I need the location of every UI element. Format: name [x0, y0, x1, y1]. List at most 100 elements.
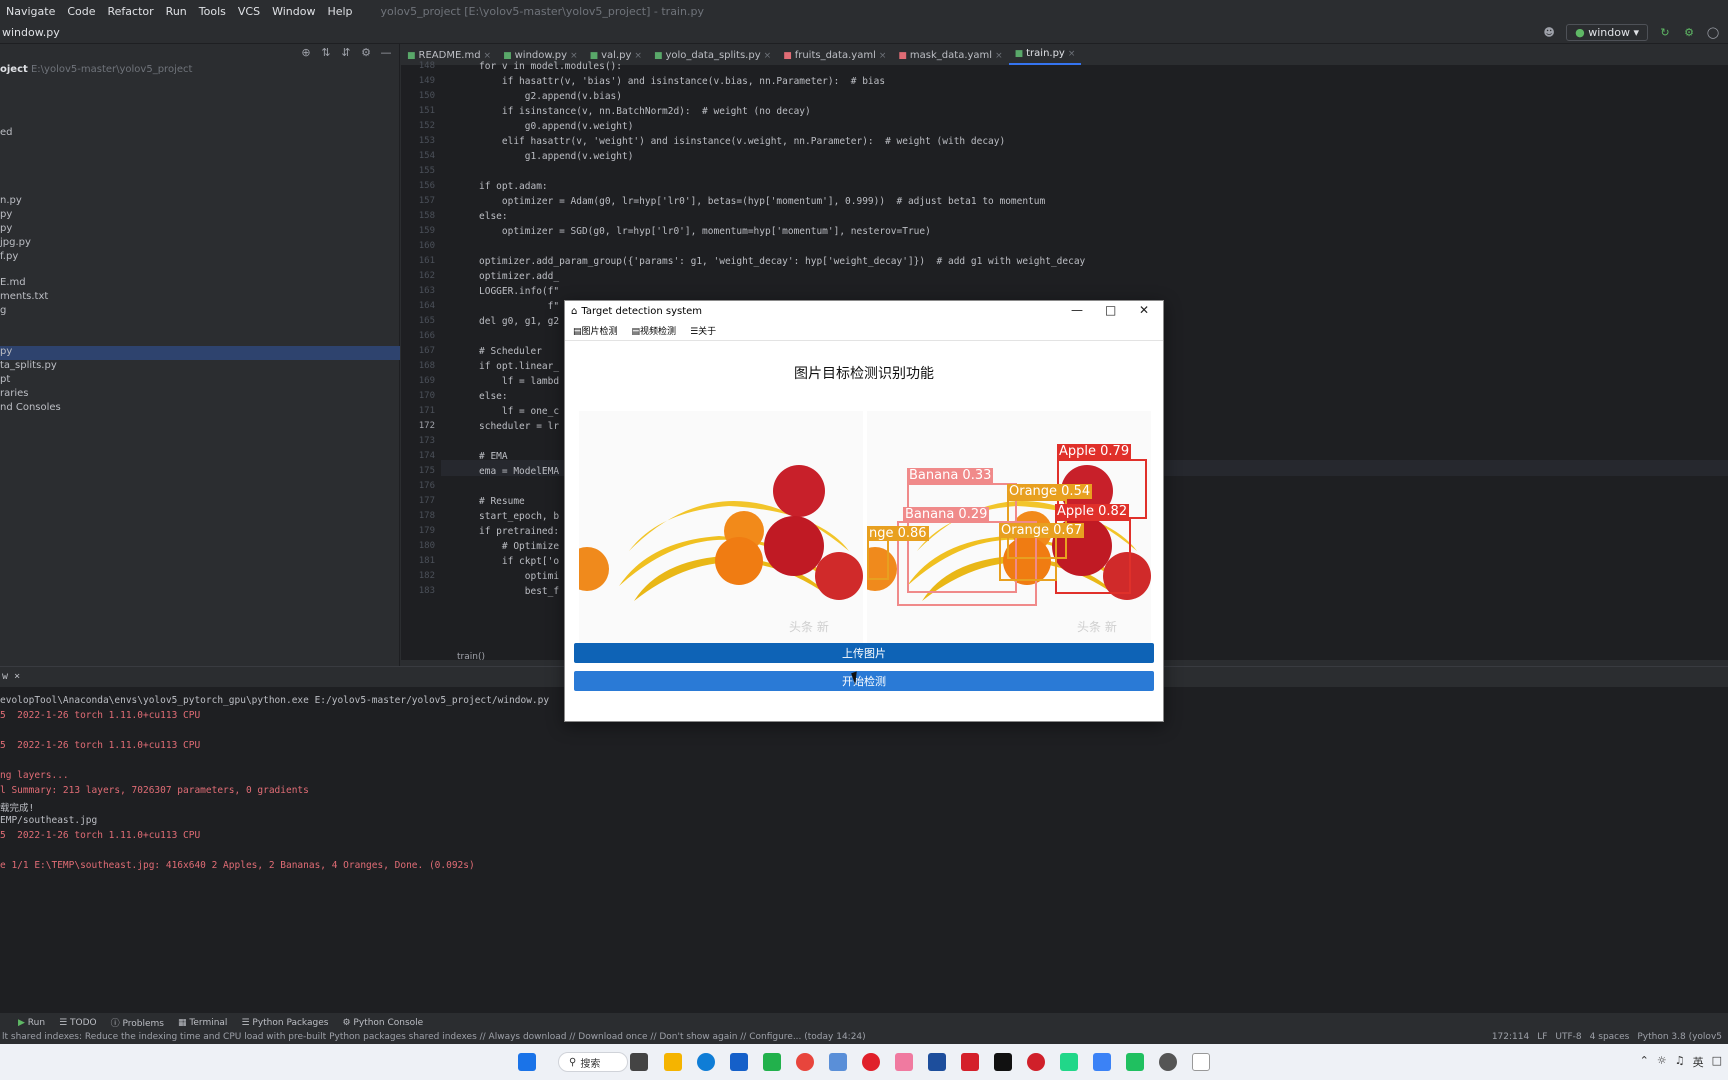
avatar-icon[interactable]: [1159, 1053, 1177, 1071]
dialog-body: 图片目标检测识别功能 头条 新 头条 新 Apple 0.79 Banana 0…: [565, 341, 1163, 721]
user-icon[interactable]: ☻: [1542, 26, 1556, 40]
tree-item[interactable]: nd Consoles: [0, 402, 61, 413]
menu-navigate[interactable]: Navigate: [0, 5, 61, 18]
chevron-up-icon[interactable]: ⌃: [1640, 1054, 1649, 1070]
tree-item[interactable]: raries: [0, 388, 29, 399]
minimize-icon[interactable]: —: [379, 46, 393, 60]
line-number: 174: [418, 451, 435, 461]
notification-icon[interactable]: □: [1712, 1054, 1722, 1070]
menu-vcs[interactable]: VCS: [232, 5, 266, 18]
player-icon[interactable]: [1126, 1053, 1144, 1071]
network-icon[interactable]: ☼: [1657, 1054, 1667, 1070]
gear-icon[interactable]: ⚙: [359, 46, 373, 60]
menu-about[interactable]: ☰关于: [690, 324, 716, 337]
start-detection-button[interactable]: 开始检测: [574, 671, 1154, 691]
file-explorer-icon[interactable]: [664, 1053, 682, 1071]
app-icon[interactable]: [961, 1053, 979, 1071]
run-toolwindow-button[interactable]: ▶ Run: [18, 1018, 45, 1028]
taskbar-search[interactable]: ⚲ 搜索: [558, 1052, 628, 1072]
tab-fruits-data[interactable]: ■ fruits_data.yaml ×: [777, 50, 892, 65]
rerun-icon[interactable]: ↻: [1658, 26, 1672, 40]
run-tab[interactable]: w: [2, 671, 8, 682]
tree-item[interactable]: py: [0, 209, 12, 220]
tree-item[interactable]: ments.txt: [0, 291, 48, 302]
task-view-icon[interactable]: [630, 1053, 648, 1071]
status-message[interactable]: lt shared indexes: Reduce the indexing t…: [2, 1032, 866, 1042]
expand-all-icon[interactable]: ⇅: [319, 46, 333, 60]
target-icon[interactable]: ⊕: [299, 46, 313, 60]
menu-run[interactable]: Run: [160, 5, 193, 18]
menu-tools[interactable]: Tools: [193, 5, 232, 18]
pycharm-icon[interactable]: [1060, 1053, 1078, 1071]
menu-image-detect[interactable]: ▤图片检测: [573, 324, 618, 337]
tab-yolo-data-splits[interactable]: ■ yolo_data_splits.py ×: [648, 50, 777, 65]
code-breadcrumb[interactable]: train(): [457, 652, 485, 662]
menu-refactor[interactable]: Refactor: [102, 5, 160, 18]
tree-item[interactable]: jpg.py: [0, 237, 31, 248]
close-icon[interactable]: ✕: [1139, 303, 1149, 317]
app-icon[interactable]: [763, 1053, 781, 1071]
chrome-icon[interactable]: [796, 1053, 814, 1071]
ime-indicator[interactable]: 英: [1693, 1054, 1704, 1070]
todo-toolwindow-button[interactable]: ☰ TODO: [59, 1018, 97, 1028]
tree-item[interactable]: g: [0, 305, 6, 316]
record-icon[interactable]: [1027, 1053, 1045, 1071]
edge-icon[interactable]: [697, 1053, 715, 1071]
netease-music-icon[interactable]: [862, 1053, 880, 1071]
line-number: 148: [418, 61, 435, 71]
home-icon[interactable]: [1192, 1053, 1210, 1071]
line-number: 182: [418, 571, 435, 581]
tab-mask-data[interactable]: ■ mask_data.yaml ×: [892, 50, 1008, 65]
close-icon[interactable]: ×: [995, 51, 1003, 61]
indent-setting[interactable]: 4 spaces: [1590, 1032, 1630, 1042]
app-icon[interactable]: [829, 1053, 847, 1071]
python-file-icon: ■: [589, 50, 599, 61]
tree-item[interactable]: ta_splits.py: [0, 360, 57, 371]
tree-item[interactable]: n.py: [0, 195, 22, 206]
interpreter[interactable]: Python 3.8 (yolov5: [1637, 1032, 1722, 1042]
tree-item[interactable]: E.md: [0, 277, 26, 288]
caret-position[interactable]: 172:114: [1492, 1032, 1529, 1042]
close-icon[interactable]: ×: [14, 671, 20, 682]
project-root[interactable]: oject E:\yolov5-master\yolov5_project: [0, 64, 192, 75]
maximize-icon[interactable]: □: [1105, 303, 1116, 317]
tree-item-selected[interactable]: py: [0, 346, 400, 360]
menu-video-detect[interactable]: ▤视频检测: [632, 324, 677, 337]
menu-code[interactable]: Code: [61, 5, 101, 18]
terminal-icon[interactable]: [994, 1053, 1012, 1071]
console-toolwindow-button[interactable]: ⚙ Python Console: [342, 1018, 423, 1028]
tree-item[interactable]: ed: [0, 127, 13, 138]
app-icon[interactable]: [730, 1053, 748, 1071]
collapse-all-icon[interactable]: ⇵: [339, 46, 353, 60]
volume-icon[interactable]: ♫: [1675, 1054, 1685, 1070]
packages-toolwindow-button[interactable]: ☰ Python Packages: [241, 1018, 328, 1028]
close-icon[interactable]: ×: [1068, 49, 1076, 59]
terminal-toolwindow-button[interactable]: ▦ Terminal: [178, 1018, 227, 1028]
upload-image-button[interactable]: 上传图片: [574, 643, 1154, 663]
menu-window[interactable]: Window: [266, 5, 321, 18]
menu-help[interactable]: Help: [321, 5, 358, 18]
line-separator[interactable]: LF: [1537, 1032, 1547, 1042]
close-icon[interactable]: ×: [879, 51, 887, 61]
notepad-icon[interactable]: [1093, 1053, 1111, 1071]
watermark: 头条 新: [1077, 619, 1117, 634]
app-icon[interactable]: [895, 1053, 913, 1071]
tree-item[interactable]: f.py: [0, 251, 18, 262]
start-icon[interactable]: [518, 1053, 536, 1071]
close-icon[interactable]: ×: [764, 51, 772, 61]
problems-toolwindow-button[interactable]: ⓘ Problems: [111, 1016, 164, 1029]
tab-train[interactable]: ■ train.py ×: [1008, 48, 1082, 65]
close-icon[interactable]: ×: [570, 51, 578, 61]
run-config-select[interactable]: ● window ▾: [1566, 24, 1648, 41]
breadcrumb-file[interactable]: window.py: [2, 26, 60, 39]
debug-icon[interactable]: ⚙: [1682, 26, 1696, 40]
close-icon[interactable]: ×: [484, 51, 492, 61]
minimize-icon[interactable]: —: [1071, 303, 1083, 317]
file-encoding[interactable]: UTF-8: [1555, 1032, 1581, 1042]
app-icon[interactable]: [928, 1053, 946, 1071]
tree-item[interactable]: pt: [0, 374, 10, 385]
close-icon[interactable]: ×: [634, 51, 642, 61]
tree-item[interactable]: py: [0, 223, 12, 234]
dialog-titlebar[interactable]: ⌂ Target detection system — □ ✕: [565, 301, 1163, 321]
search-icon[interactable]: ◯: [1706, 26, 1720, 40]
